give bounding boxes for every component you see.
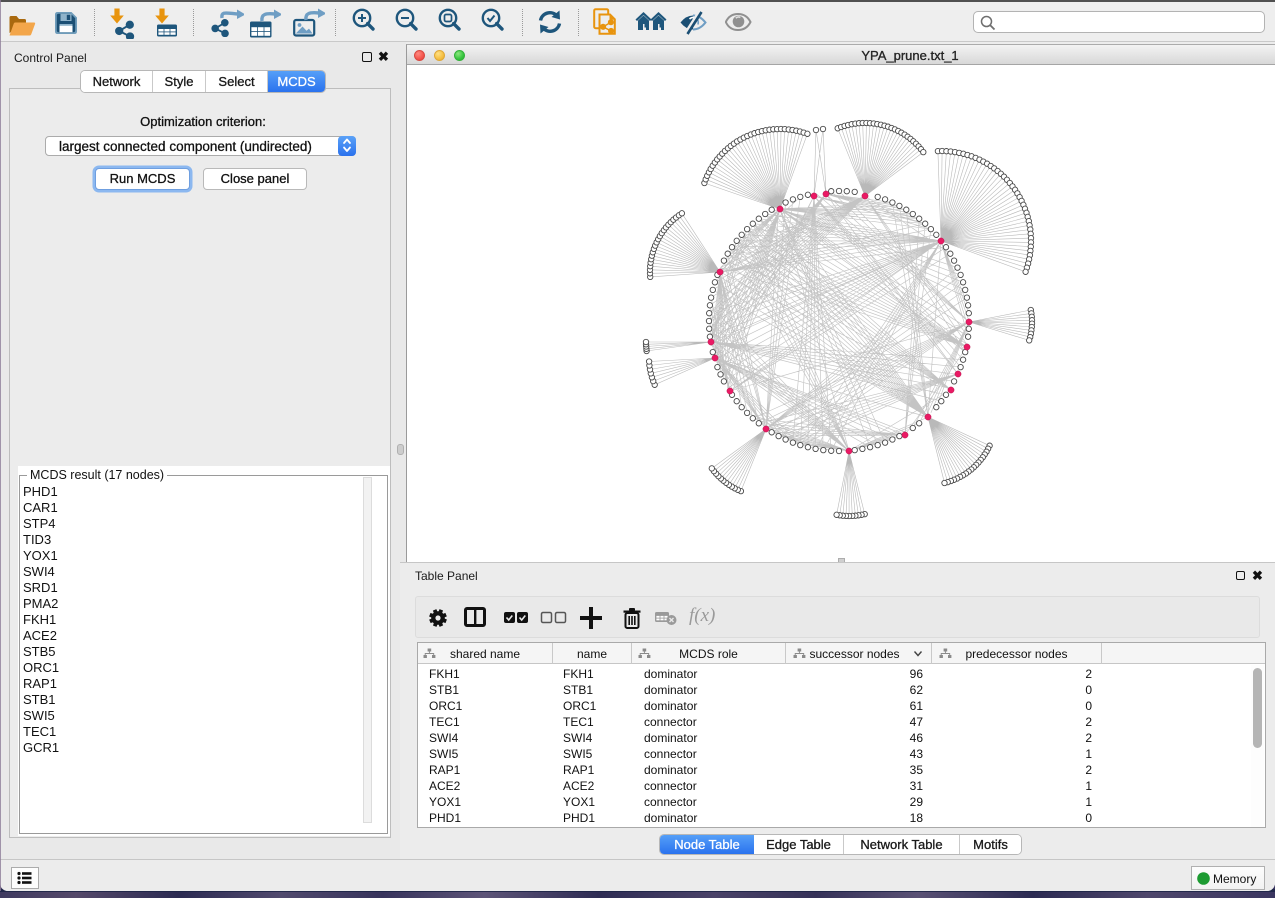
svg-text:f(x): f(x) xyxy=(689,605,715,626)
